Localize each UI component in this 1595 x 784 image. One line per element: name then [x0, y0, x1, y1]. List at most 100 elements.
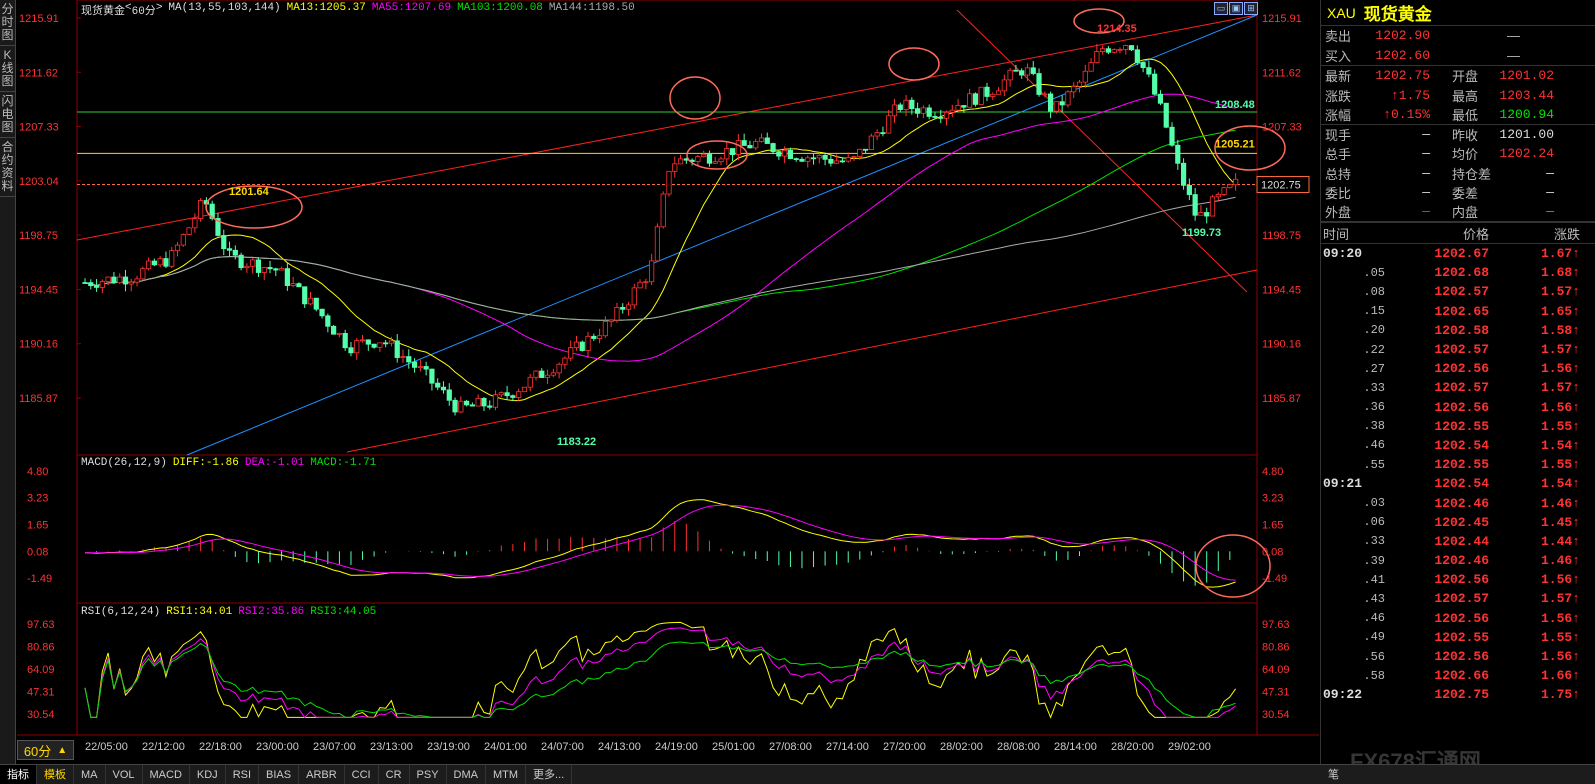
rsi-tick-left: 64.09 — [27, 664, 55, 676]
indicator-tab[interactable]: ARBR — [299, 764, 345, 784]
tick-row: .05 1202.68 1.68↑ — [1321, 263, 1595, 282]
stat-label: 开盘 — [1452, 69, 1479, 85]
quote-value: 1202.90 — [1375, 28, 1430, 44]
price-tick-left: 1194.45 — [19, 284, 58, 296]
ticks-header-change: 涨跌 — [1553, 226, 1580, 242]
indicator-tab[interactable]: VOL — [106, 764, 143, 784]
candle-body — [816, 155, 822, 159]
ma13-value: MA13:1205.37 — [286, 2, 366, 14]
tick-time: .41 — [1363, 572, 1385, 587]
candle-body — [1128, 45, 1135, 51]
macd-tick-left: 0.08 — [27, 546, 48, 558]
stat-label: 最高 — [1452, 88, 1479, 104]
indicator-tab[interactable]: 模板 — [37, 764, 74, 784]
tick-row: .15 1202.65 1.65↑ — [1321, 302, 1595, 321]
candle-body — [319, 308, 325, 317]
candle-body — [504, 392, 510, 397]
indicator-tab[interactable]: MACD — [143, 764, 190, 784]
candle-body — [556, 363, 562, 374]
candle-body — [307, 297, 314, 305]
candle-body — [105, 276, 111, 282]
candle-body — [1094, 51, 1100, 64]
candle-body — [602, 321, 608, 337]
time-axis-label: 27/14:00 — [826, 741, 869, 753]
quote-label: 买入 — [1325, 48, 1352, 64]
candle-body — [649, 260, 655, 283]
indicator-tab[interactable]: KDJ — [190, 764, 226, 784]
candle-body — [331, 325, 337, 335]
stat-label: 持仓差 — [1452, 166, 1492, 182]
price-tick-right: 1215.91 — [1262, 13, 1302, 25]
price-tick-left: 1215.91 — [19, 13, 59, 25]
zoom-in-icon[interactable]: ▣ — [1229, 2, 1243, 15]
candle-body — [411, 361, 418, 368]
kline-chart[interactable]: 1215.91 1215.91 1211.62 1211.62 1207.33 1207.… — [17, 0, 1319, 764]
tick-time: .27 — [1363, 361, 1385, 376]
tick-time: .39 — [1363, 553, 1385, 568]
highlight-circle — [669, 76, 721, 120]
candle-body — [625, 304, 632, 310]
tick-row: .33 1202.44 1.44↑ — [1321, 532, 1595, 551]
candle-body — [828, 158, 834, 164]
rsi-tick-right: 30.54 — [1262, 709, 1290, 721]
period-selector[interactable]: 60分 ▲ — [17, 740, 74, 760]
tick-change: 1.55↑ — [1540, 418, 1580, 434]
stat-value: 1201.02 — [1499, 68, 1554, 84]
rsi-tick-left: 30.54 — [27, 709, 55, 721]
indicator-tab[interactable]: CR — [379, 764, 410, 784]
tab-trades[interactable]: 笔 — [1320, 765, 1347, 784]
candle-body — [1186, 184, 1192, 195]
price-annotation: 1183.22 — [557, 436, 596, 448]
tick-change: 1.56↑ — [1540, 361, 1580, 377]
indicator-tab[interactable]: RSI — [226, 764, 260, 784]
tick-price: 1202.54 — [1434, 437, 1489, 453]
tick-row: .55 1202.55 1.55↑ — [1321, 455, 1595, 474]
indicator-tab[interactable]: MTM — [486, 764, 527, 784]
rsi1-line — [84, 621, 1237, 719]
quote-row: 卖出 1202.90 — — [1321, 26, 1595, 46]
indicator-tab[interactable]: 更多... — [526, 764, 573, 784]
candle-body — [267, 267, 273, 270]
zoom-out-icon[interactable]: ▭ — [1214, 2, 1228, 15]
candle-body — [666, 170, 672, 195]
tab-kline[interactable]: K线图 — [0, 46, 15, 92]
indicator-tab[interactable]: DMA — [447, 764, 486, 784]
stat-value: — — [1546, 185, 1554, 201]
candle-body — [1140, 62, 1146, 69]
tick-change: 1.58↑ — [1540, 322, 1580, 338]
candle-body — [435, 382, 441, 388]
tick-row: .43 1202.57 1.57↑ — [1321, 589, 1595, 608]
indicator-tab[interactable]: MA — [74, 764, 106, 784]
candle-body — [1047, 93, 1054, 112]
candle-body — [1146, 67, 1152, 75]
ma-params: MA(13,55,103,144) — [168, 2, 281, 14]
stat-value: 1200.94 — [1499, 106, 1554, 122]
tick-price: 1202.56 — [1434, 361, 1489, 377]
quote-symbol: XAU — [1327, 4, 1356, 21]
stat-label: 总手 — [1325, 147, 1352, 163]
indicator-tab[interactable]: PSY — [410, 764, 447, 784]
candle-body — [1059, 101, 1065, 106]
chart-tools: ▭ ▣ ⊞ — [1214, 2, 1258, 15]
fullscreen-icon[interactable]: ⊞ — [1244, 2, 1258, 15]
tab-flash[interactable]: 闪电图 — [0, 92, 15, 138]
candle-body — [857, 148, 863, 157]
candle-body — [596, 335, 603, 339]
stat-label: 昨收 — [1452, 127, 1479, 143]
tab-timeline[interactable]: 分时图 — [0, 0, 15, 46]
indicator-tab[interactable]: CCI — [345, 764, 379, 784]
candle-body — [793, 158, 799, 161]
rsi-tick-left: 97.63 — [27, 619, 55, 631]
candle-body — [1042, 93, 1048, 96]
indicator-tab[interactable]: BIAS — [259, 764, 300, 784]
candle-body — [851, 156, 857, 158]
tab-contract-info[interactable]: 合约资料 — [0, 138, 15, 197]
chart-area[interactable]: 1215.91 1215.91 1211.62 1211.62 1207.33 1207.… — [17, 0, 1319, 764]
tick-price: 1202.56 — [1434, 610, 1489, 626]
candle-body — [544, 374, 551, 378]
tick-change: 1.55↑ — [1540, 629, 1580, 645]
candle-body — [1117, 49, 1123, 51]
indicator-tab[interactable]: 指标 — [0, 764, 37, 784]
tick-change: 1.57↑ — [1540, 342, 1580, 358]
tick-list[interactable]: 09:20 1202.67 1.67↑ .05 1202.68 1.68↑ .08 1202.… — [1321, 244, 1595, 705]
